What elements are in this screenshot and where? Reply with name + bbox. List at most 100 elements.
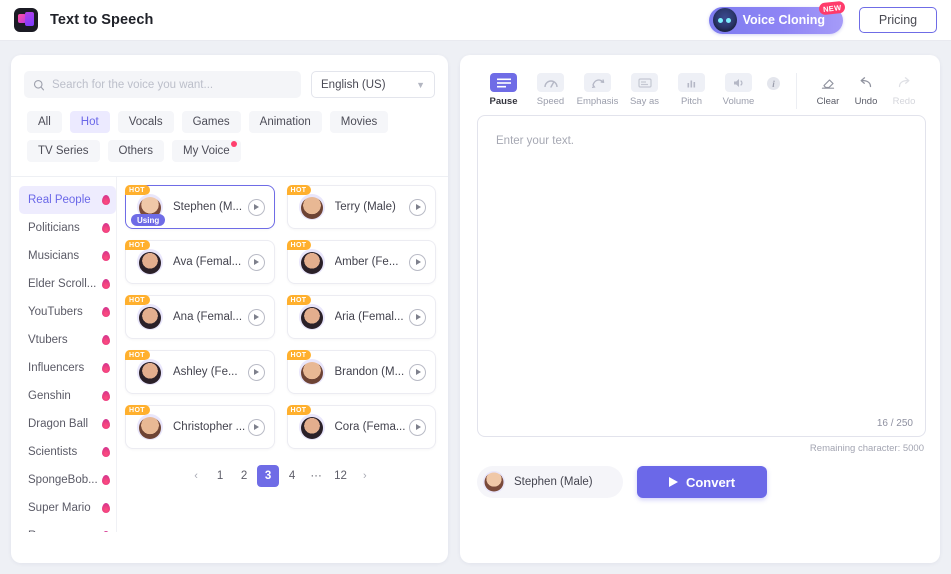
chip-games[interactable]: Games (181, 111, 241, 133)
sidebar-item-youtubers[interactable]: YouTubers (19, 298, 116, 326)
tool-emphasis[interactable]: Emphasis (574, 73, 621, 107)
voice-name: Ashley (Fe... (173, 366, 238, 378)
pagination-page-3[interactable]: 3 (257, 465, 280, 487)
chip-hot[interactable]: Hot (69, 111, 110, 133)
flame-icon (102, 251, 110, 261)
sidebar-item-influencers[interactable]: Influencers (19, 354, 116, 382)
text-input[interactable] (478, 116, 925, 436)
flame-icon (102, 503, 110, 513)
search-input[interactable] (52, 78, 292, 91)
tool-pause[interactable]: Pause (480, 73, 527, 107)
voice-card[interactable]: HOT Aria (Femal... (286, 295, 436, 339)
tool-speed[interactable]: Speed (527, 73, 574, 107)
pagination-page-1[interactable]: 1 (209, 465, 231, 487)
undo-button[interactable]: Undo (847, 73, 885, 107)
sidebar-item-label: Dragon Ball (28, 418, 89, 430)
voice-name: Amber (Fe... (334, 256, 399, 268)
sidebar-item-genshin[interactable]: Genshin (19, 382, 116, 410)
play-icon[interactable] (247, 418, 265, 436)
chip-movies[interactable]: Movies (329, 111, 389, 133)
voice-card[interactable]: HOT Christopher ... (125, 405, 275, 449)
sidebar-item-elder-scroll[interactable]: Elder Scroll... (19, 270, 116, 298)
voice-card[interactable]: HOT Brandon (M... (286, 350, 436, 394)
info-icon[interactable]: i (767, 77, 780, 90)
tool-label: Speed (536, 96, 565, 107)
flame-icon (102, 307, 110, 317)
tool-label: Pitch (680, 96, 703, 107)
voice-card[interactable]: HOT Terry (Male) (286, 185, 436, 229)
play-icon[interactable] (247, 198, 265, 216)
editor-toolbar: Pause Speed Emphasis Say as Pitch Volume… (460, 55, 940, 109)
redo-button[interactable]: Redo (885, 73, 923, 107)
selected-voice-pill[interactable]: Stephen (Male) (477, 466, 623, 498)
pagination-page-2[interactable]: 2 (233, 465, 255, 487)
pagination-page-···[interactable]: ··· (305, 465, 327, 487)
tool-pitch[interactable]: Pitch (668, 73, 715, 107)
using-badge: Using (131, 214, 166, 226)
sidebar-item-scientists[interactable]: Scientists (19, 438, 116, 466)
play-icon[interactable] (409, 308, 426, 326)
sidebar-item-musicians[interactable]: Musicians (19, 242, 116, 270)
sidebar-item-label: Real People (28, 194, 91, 206)
app-logo-icon (14, 8, 38, 32)
sidebar-item-label: Musicians (28, 250, 80, 262)
sidebar-item-rappers[interactable]: Rappers (19, 522, 116, 532)
voice-card[interactable]: HOT Amber (Fe... (286, 240, 436, 284)
redo-arrow-icon (891, 73, 918, 92)
search-box[interactable] (24, 71, 301, 98)
avatar (137, 414, 163, 440)
voice-card[interactable]: HOT Cora (Fema... (286, 405, 436, 449)
pagination-next[interactable]: › (354, 465, 376, 487)
flame-icon (102, 335, 110, 345)
sidebar-item-dragon-ball[interactable]: Dragon Ball (19, 410, 116, 438)
sidebar-item-vtubers[interactable]: Vtubers (19, 326, 116, 354)
pagination-page-4[interactable]: 4 (281, 465, 303, 487)
pagination-page-12[interactable]: 12 (329, 465, 352, 487)
pricing-button[interactable]: Pricing (859, 7, 937, 33)
pause-lines-icon (490, 73, 517, 92)
play-icon[interactable] (247, 363, 265, 381)
action-label: Redo (892, 96, 916, 107)
clear-button[interactable]: Clear (809, 73, 847, 107)
language-select[interactable]: English (US) ▼ (311, 71, 435, 98)
voice-card[interactable]: HOT Ava (Femal... (125, 240, 275, 284)
sidebar-item-spongebob[interactable]: SpongeBob... (19, 466, 116, 494)
voice-cloning-label: Voice Cloning (742, 13, 825, 27)
play-icon[interactable] (409, 363, 426, 381)
editor-panel: Pause Speed Emphasis Say as Pitch Volume… (460, 55, 940, 563)
convert-button[interactable]: Convert (637, 466, 767, 498)
chip-animation[interactable]: Animation (248, 111, 322, 133)
tool-volume[interactable]: Volume (715, 73, 762, 107)
play-icon[interactable] (409, 198, 426, 216)
sidebar-item-super-mario[interactable]: Super Mario (19, 494, 116, 522)
voice-card[interactable]: HOT Ana (Femal... (125, 295, 275, 339)
selected-voice-label: Stephen (Male) (514, 476, 593, 488)
voice-name: Ana (Femal... (173, 311, 243, 323)
chip-my-voice[interactable]: My Voice (172, 140, 241, 162)
sidebar-item-label: Super Mario (28, 502, 91, 514)
tool-label: Pause (489, 96, 518, 107)
chip-label: My Voice (183, 145, 230, 157)
chip-vocals[interactable]: Vocals (117, 111, 174, 133)
sidebar-item-real-people[interactable]: Real People (19, 186, 116, 214)
category-sidebar: Real People Politicians Musicians Elder Scr… (11, 177, 117, 532)
chip-all[interactable]: All (27, 111, 62, 133)
new-badge: NEW (818, 0, 846, 15)
tool-label: Volume (722, 96, 755, 107)
sidebar-item-politicians[interactable]: Politicians (19, 214, 116, 242)
pagination-prev[interactable]: ‹ (185, 465, 207, 487)
flame-icon (102, 195, 110, 205)
play-icon[interactable] (409, 253, 426, 271)
sidebar-item-label: Genshin (28, 390, 71, 402)
avatar (298, 359, 325, 385)
chip-others[interactable]: Others (107, 140, 165, 162)
play-icon[interactable] (409, 418, 426, 436)
tool-say-as[interactable]: Say as (621, 73, 668, 107)
play-icon[interactable] (247, 253, 265, 271)
chip-tv-series[interactable]: TV Series (27, 140, 100, 162)
voice-card[interactable]: HOT Ashley (Fe... (125, 350, 275, 394)
play-icon[interactable] (247, 308, 265, 326)
flame-icon (102, 531, 110, 532)
voice-card[interactable]: HOT Using Stephen (M... (125, 185, 275, 229)
chip-label: Games (192, 116, 230, 128)
